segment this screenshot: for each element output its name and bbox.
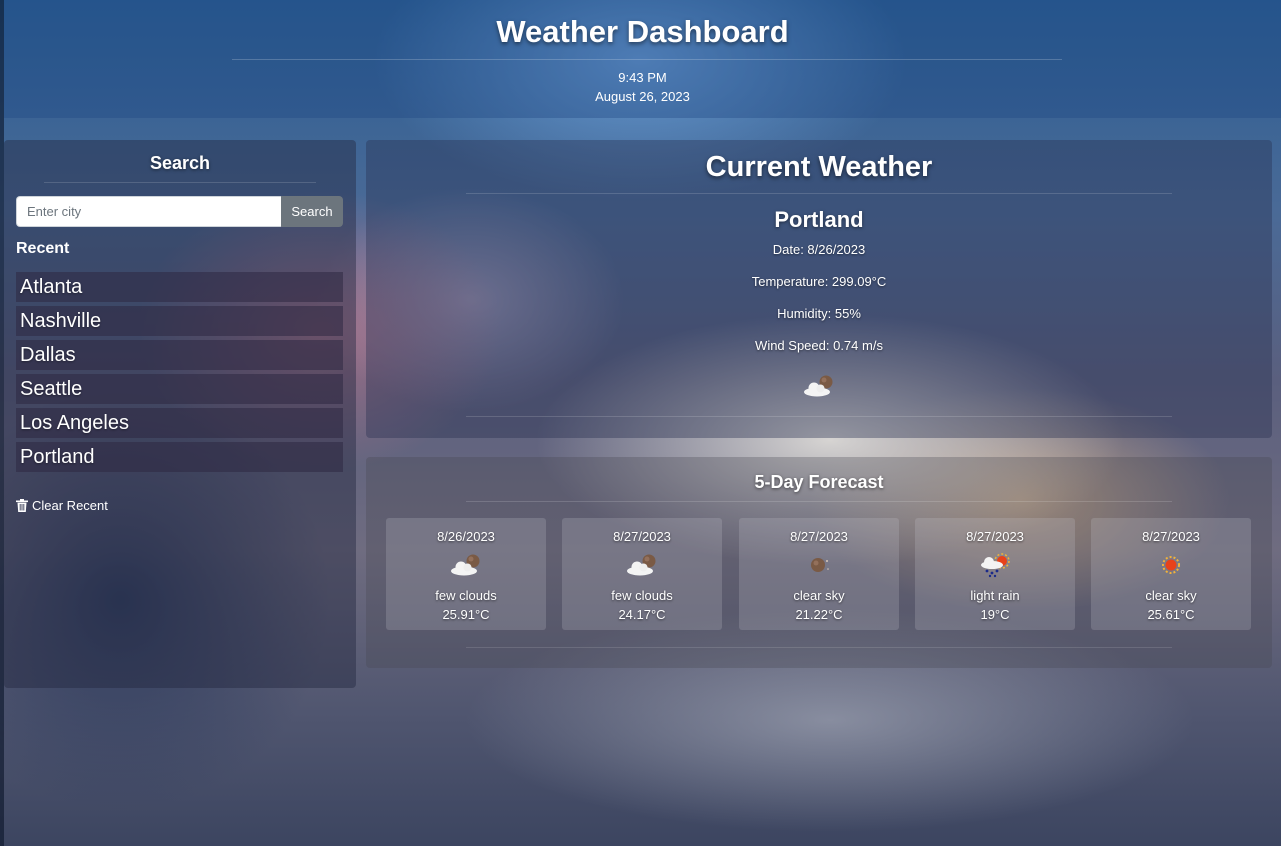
- forecast-date: 8/27/2023: [1142, 529, 1200, 544]
- forecast-panel: 5-Day Forecast 8/26/2023 few clouds 25.9…: [366, 457, 1272, 668]
- forecast-card: 8/27/2023 few clouds 24.17°C: [562, 518, 722, 630]
- forecast-temperature: 19°C: [980, 607, 1010, 622]
- clear-recent-label: Clear Recent: [32, 498, 108, 513]
- forecast-date: 8/27/2023: [790, 529, 848, 544]
- forecast-cards: 8/26/2023 few clouds 25.91°C 8/27/2023 f…: [386, 518, 1252, 630]
- search-button[interactable]: Search: [281, 196, 343, 227]
- trash-icon: [16, 499, 28, 512]
- current-humidity: Humidity: 55%: [777, 306, 861, 321]
- recent-heading: Recent: [16, 240, 70, 257]
- recent-item-seattle[interactable]: Seattle: [16, 374, 343, 404]
- current-date-text: Date: 8/26/2023: [772, 242, 866, 257]
- current-wind-speed: Wind Speed: 0.74 m/s: [755, 338, 883, 353]
- few-clouds-night-icon: [451, 554, 480, 576]
- recent-list: Atlanta Nashville Dallas Seattle Los Ang…: [16, 272, 343, 476]
- forecast-description: few clouds: [435, 588, 497, 603]
- search-divider: [44, 182, 316, 183]
- current-weather-heading: Current Weather: [705, 151, 933, 183]
- few-clouds-night-icon: [804, 375, 833, 397]
- forecast-description: clear sky: [793, 588, 845, 603]
- forecast-description: clear sky: [1145, 588, 1197, 603]
- forecast-date: 8/27/2023: [613, 529, 671, 544]
- forecast-temperature: 24.17°C: [618, 607, 666, 622]
- forecast-card: 8/27/2023 clear sky 25.61°C: [1091, 518, 1251, 630]
- current-time: 9:43 PM: [618, 70, 667, 85]
- forecast-description: few clouds: [611, 588, 673, 603]
- forecast-description: light rain: [970, 588, 1020, 603]
- recent-item-portland[interactable]: Portland: [16, 442, 343, 472]
- recent-item-los-angeles[interactable]: Los Angeles: [16, 408, 343, 438]
- forecast-card: 8/26/2023 few clouds 25.91°C: [386, 518, 546, 630]
- forecast-temperature: 21.22°C: [795, 607, 843, 622]
- city-search-input[interactable]: [16, 196, 281, 227]
- few-clouds-night-icon: [627, 554, 656, 576]
- search-panel: Search Search Recent Atlanta Nashville D…: [4, 140, 356, 688]
- forecast-temperature: 25.91°C: [442, 607, 490, 622]
- forecast-bottom-divider: [466, 647, 1172, 648]
- clear-night-icon: [811, 558, 829, 572]
- search-form: Search: [16, 196, 343, 227]
- recent-item-nashville[interactable]: Nashville: [16, 306, 343, 336]
- page-title: Weather Dashboard: [496, 14, 789, 49]
- forecast-divider: [466, 501, 1172, 502]
- forecast-date: 8/26/2023: [437, 529, 495, 544]
- forecast-date: 8/27/2023: [966, 529, 1024, 544]
- forecast-heading: 5-Day Forecast: [754, 472, 884, 492]
- current-date: August 26, 2023: [595, 89, 690, 104]
- light-rain-icon: [981, 553, 1010, 578]
- title-divider: [232, 59, 1062, 60]
- forecast-card: 8/27/2023 light rain 19°C: [915, 518, 1075, 630]
- clear-day-icon: [1162, 556, 1180, 574]
- current-divider: [466, 193, 1172, 194]
- recent-item-atlanta[interactable]: Atlanta: [16, 272, 343, 302]
- forecast-card: 8/27/2023 clear sky 21.22°C: [739, 518, 899, 630]
- current-temperature: Temperature: 299.09°C: [751, 274, 887, 289]
- current-bottom-divider: [466, 416, 1172, 417]
- recent-item-dallas[interactable]: Dallas: [16, 340, 343, 370]
- clear-recent-button[interactable]: Clear Recent: [16, 498, 108, 513]
- page-header: Weather Dashboard 9:43 PM August 26, 202…: [4, 0, 1281, 118]
- current-weather-panel: Current Weather Portland Date: 8/26/2023…: [366, 140, 1272, 438]
- current-city-name: Portland: [774, 207, 864, 232]
- search-heading: Search: [149, 153, 211, 173]
- forecast-temperature: 25.61°C: [1147, 607, 1195, 622]
